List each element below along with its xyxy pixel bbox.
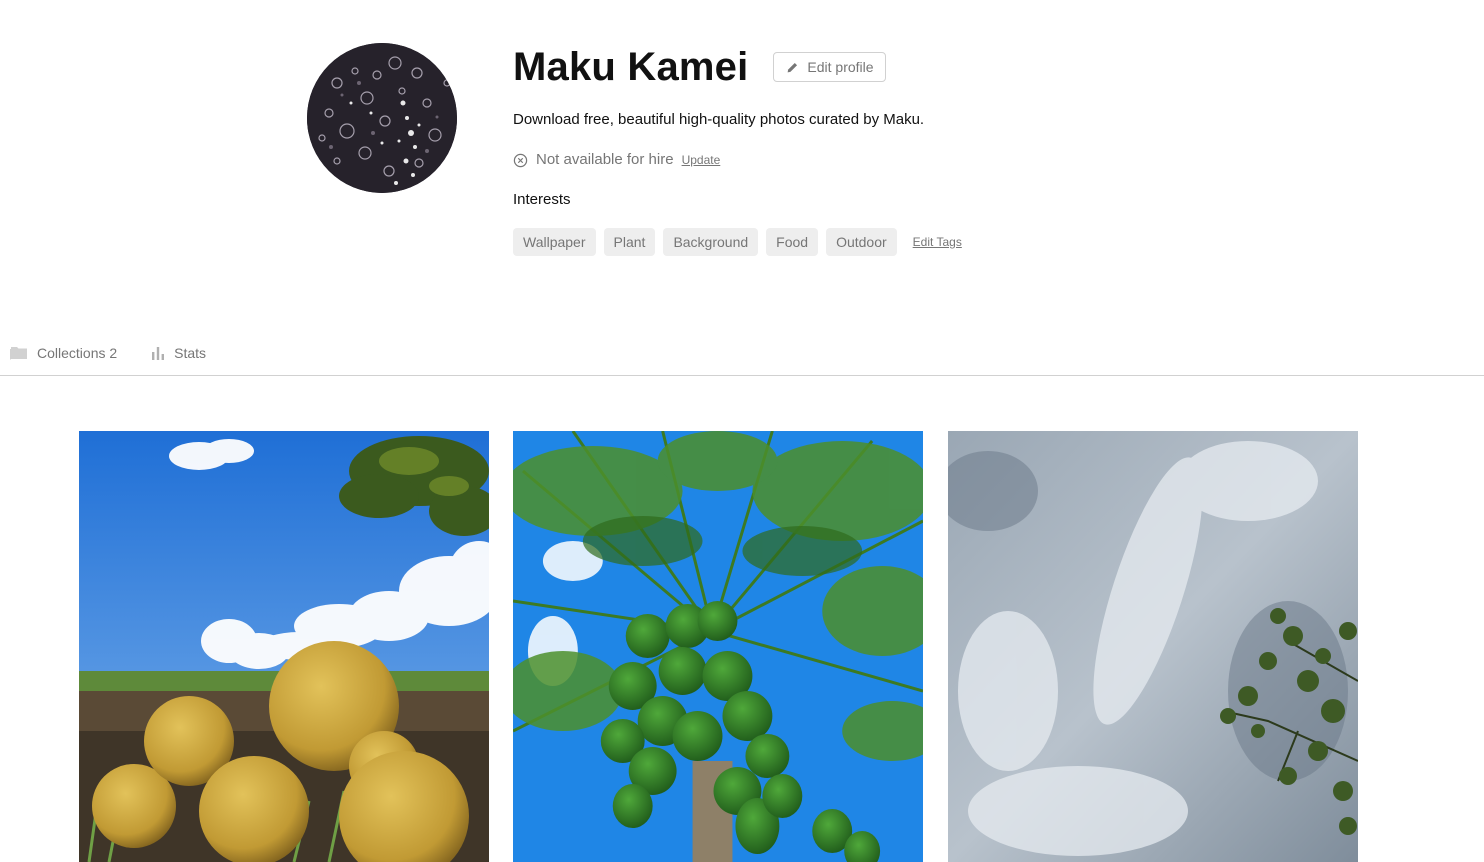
- tag-wallpaper[interactable]: Wallpaper: [513, 228, 596, 256]
- edit-profile-label: Edit profile: [807, 59, 874, 75]
- avatar-image: [307, 43, 457, 193]
- hire-update-link[interactable]: Update: [682, 150, 721, 170]
- profile-info: Maku Kamei Edit profile Download free, b…: [513, 40, 1213, 256]
- folder-icon: [10, 347, 27, 360]
- photo-card-sky[interactable]: [948, 431, 1358, 862]
- photo-card-papaya[interactable]: [513, 431, 924, 862]
- photo-image: [513, 431, 923, 862]
- tag-plant[interactable]: Plant: [603, 228, 656, 256]
- interest-tags: Wallpaper Plant Background Food Outdoor …: [513, 228, 1213, 256]
- edit-tags-link[interactable]: Edit Tags: [913, 235, 962, 249]
- profile-tabbar: Collections 2 Stats: [0, 330, 1484, 376]
- hire-status-row: Not available for hire Update: [513, 150, 1213, 170]
- interests-title: Interests: [513, 191, 571, 208]
- not-available-icon: [513, 153, 528, 167]
- tab-stats[interactable]: Stats: [151, 336, 206, 370]
- name-row: Maku Kamei Edit profile: [513, 40, 1213, 94]
- edit-profile-button[interactable]: Edit profile: [773, 52, 886, 82]
- hire-status-text: Not available for hire: [536, 151, 674, 168]
- tab-stats-label: Stats: [174, 344, 207, 361]
- tab-collections-label: Collections 2: [37, 344, 118, 361]
- tag-food[interactable]: Food: [766, 228, 819, 256]
- tab-collections[interactable]: Collections 2: [10, 336, 117, 370]
- bar-chart-icon: [152, 346, 165, 360]
- profile-bio: Download free, beautiful high-quality ph…: [513, 111, 925, 128]
- photo-image: [948, 431, 1358, 862]
- tag-outdoor[interactable]: Outdoor: [826, 228, 897, 256]
- tag-background[interactable]: Background: [663, 228, 759, 256]
- photo-image: [79, 431, 489, 862]
- profile-name: Maku Kamei: [513, 45, 749, 89]
- avatar: [307, 43, 457, 193]
- photo-card-citrus[interactable]: [79, 431, 489, 862]
- pencil-icon: [788, 62, 798, 72]
